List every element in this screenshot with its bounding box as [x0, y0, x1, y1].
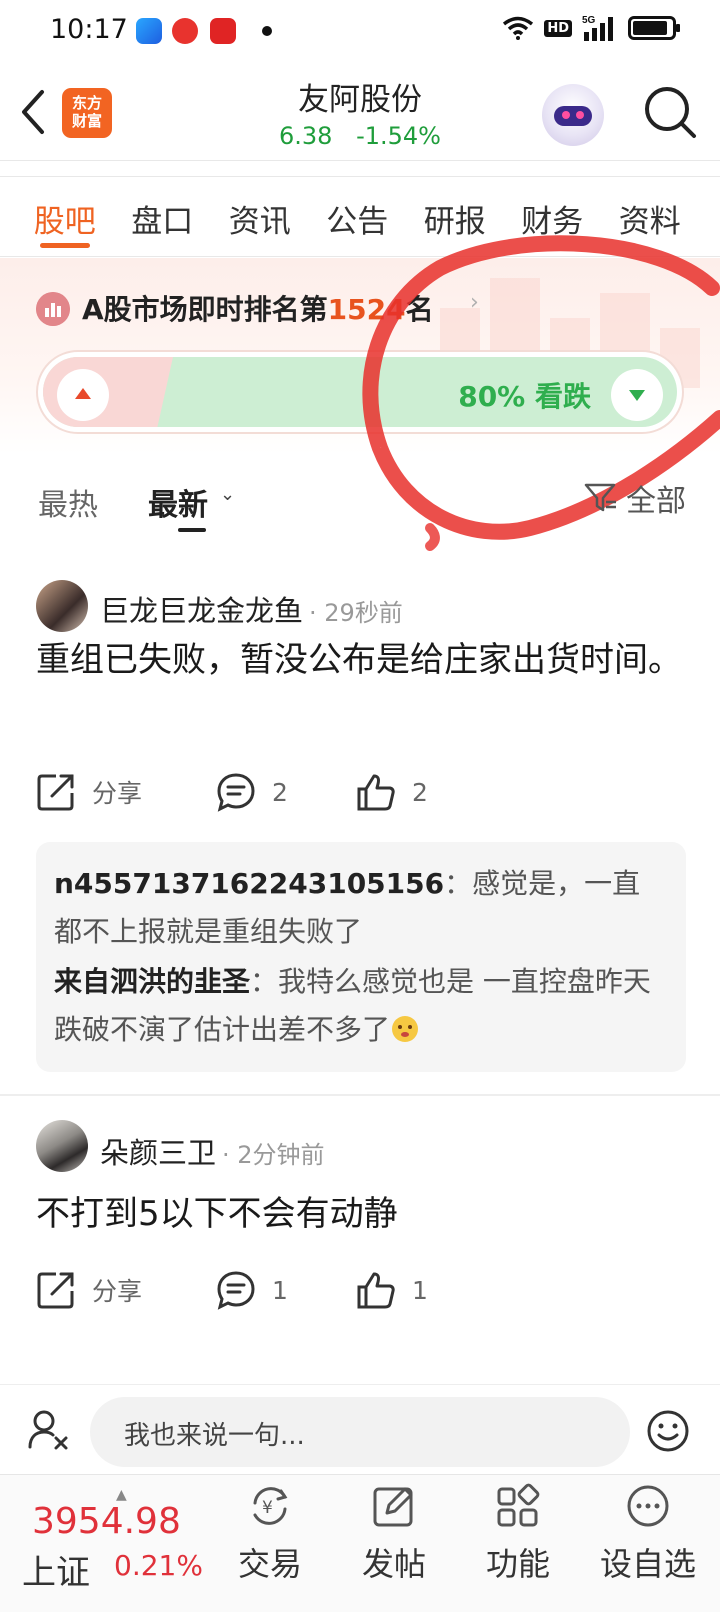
search-icon[interactable]	[640, 82, 700, 142]
signal-icon: 5G	[582, 15, 613, 41]
sort-hot[interactable]: 最热	[38, 480, 98, 524]
nav-trade[interactable]: ¥ 交易	[210, 1483, 330, 1585]
svg-text:5G: 5G	[582, 15, 596, 26]
post-item[interactable]: 巨龙巨龙金龙鱼 · 29秒前 重组已失败，暂没公布是给庄家出货时间。 分享 2 2	[0, 560, 720, 1090]
nav-post[interactable]: 发帖	[334, 1483, 454, 1585]
svg-text:¥: ¥	[262, 1498, 273, 1518]
status-bar: 10:17 HD 5G	[0, 0, 720, 64]
ranking-number: 1524	[327, 293, 406, 326]
index-ticker[interactable]: ▲ 3954.98 上证 0.21%	[20, 1487, 220, 1597]
yuan-exchange-icon: ¥	[253, 1487, 288, 1525]
triangle-up-icon	[75, 388, 91, 399]
post-actions: 分享 1 1	[36, 1266, 686, 1314]
tabs-divider	[0, 256, 720, 257]
notification-app-icon	[136, 18, 162, 44]
comment-icon	[217, 1271, 255, 1310]
share-icon	[37, 1272, 74, 1309]
stock-change: -1.54%	[356, 122, 441, 150]
share-button[interactable]: 分享	[36, 768, 142, 816]
bearish-label: 80% 看跌	[458, 380, 591, 413]
post-divider	[0, 1094, 720, 1096]
sort-latest[interactable]: 最新	[148, 480, 208, 524]
share-icon	[37, 774, 74, 811]
thumbs-up-icon	[357, 774, 395, 811]
chevron-down-icon[interactable]: ⌄	[220, 484, 235, 505]
mention-user-icon[interactable]	[26, 1407, 72, 1453]
reply-preview-box[interactable]: n4557137162243105156：感觉是，一直都不上报就是重组失败了 来…	[36, 842, 686, 1072]
index-name: 上证	[22, 1553, 90, 1593]
reply-item[interactable]: 来自泗洪的韭圣：我特么感觉也是 一直控盘昨天跌破不演了估计出差不多了	[54, 958, 668, 1054]
thinking-emoji-icon	[392, 1016, 419, 1042]
reply-user[interactable]: 来自泗洪的韭圣	[54, 965, 250, 998]
status-time: 10:17	[50, 14, 128, 45]
stock-quote: 6.38 -1.54%	[0, 122, 720, 150]
tab-guba[interactable]: 股吧	[16, 178, 114, 256]
post-author[interactable]: 巨龙巨龙金龙鱼 · 29秒前	[100, 588, 403, 630]
like-button[interactable]: 2	[356, 768, 428, 816]
stock-price: 6.38	[279, 122, 333, 150]
ranking-chart-icon	[36, 292, 70, 326]
tab-finance[interactable]: 财务	[504, 178, 602, 256]
assistant-robot-icon[interactable]	[542, 84, 604, 146]
comment-button[interactable]: 2	[216, 768, 288, 816]
compose-icon	[373, 1487, 413, 1527]
tab-pankou[interactable]: 盘口	[114, 178, 212, 256]
stock-header: 东方 财富 友阿股份 6.38 -1.54%	[0, 64, 720, 162]
emoji-icon[interactable]	[646, 1409, 690, 1453]
avatar[interactable]	[36, 1120, 88, 1172]
comment-input-bar: 我也来说一句...	[0, 1384, 720, 1474]
like-button[interactable]: 1	[356, 1266, 428, 1314]
reply-item[interactable]: n4557137162243105156：感觉是，一直都不上报就是重组失败了	[54, 860, 668, 956]
sort-bar: 最热 最新 ⌄ 全部	[0, 462, 720, 542]
tab-research[interactable]: 研报	[406, 178, 504, 256]
hd-badge: HD	[544, 19, 572, 37]
ranking-text: A股市场即时排名第1524名	[82, 293, 434, 326]
thumbs-up-icon	[357, 1272, 395, 1309]
notification-app-icon	[210, 18, 236, 44]
comment-button[interactable]: 1	[216, 1266, 288, 1314]
post-actions: 分享 2 2	[36, 768, 686, 816]
sentiment-bar: 80% 看跌	[36, 350, 684, 434]
post-item[interactable]: 朵颜三卫 · 2分钟前 不打到5以下不会有动静 分享 1 1	[0, 1110, 720, 1340]
index-change: 0.21%	[114, 1549, 203, 1582]
chevron-right-icon: ›	[470, 290, 479, 315]
post-body[interactable]: 不打到5以下不会有动静	[36, 1186, 686, 1242]
sort-active-indicator	[178, 528, 206, 532]
filter-button[interactable]: 全部	[584, 476, 686, 520]
index-value: 3954.98	[32, 1501, 181, 1542]
post-time: · 29秒前	[309, 599, 403, 627]
notification-app-icon	[172, 18, 198, 44]
tab-announcements[interactable]: 公告	[309, 178, 407, 256]
triangle-down-icon	[629, 390, 645, 401]
wifi-icon	[503, 16, 534, 40]
stock-name: 友阿股份	[298, 82, 422, 118]
bottom-navigation: ▲ 3954.98 上证 0.21% ¥ 交易 发帖 功能 设自选	[0, 1474, 720, 1612]
tab-profile[interactable]: 资料	[601, 178, 699, 256]
share-button[interactable]: 分享	[36, 1266, 142, 1314]
bearish-vote-button[interactable]	[611, 369, 663, 421]
post-author[interactable]: 朵颜三卫 · 2分钟前	[100, 1130, 325, 1172]
avatar[interactable]	[36, 580, 88, 632]
tab-news[interactable]: 资讯	[211, 178, 309, 256]
more-icon	[627, 1485, 669, 1527]
stock-tabs: 股吧 盘口 资讯 公告 研报 财务 资料	[0, 178, 720, 256]
header-divider	[0, 176, 720, 177]
bullish-vote-button[interactable]	[57, 369, 109, 421]
post-time: · 2分钟前	[222, 1141, 325, 1169]
nav-functions[interactable]: 功能	[458, 1483, 578, 1585]
comment-icon	[217, 773, 255, 812]
grid-apps-icon	[497, 1483, 540, 1527]
nav-add-watchlist[interactable]: 设自选	[588, 1483, 708, 1585]
filter-icon	[584, 483, 616, 512]
comment-input[interactable]: 我也来说一句...	[90, 1397, 630, 1467]
header-divider	[0, 160, 720, 161]
more-notifications-icon	[262, 26, 272, 36]
reply-user[interactable]: n4557137162243105156	[54, 867, 444, 900]
post-body[interactable]: 重组已失败，暂没公布是给庄家出货时间。	[36, 632, 686, 688]
battery-icon	[628, 16, 680, 40]
